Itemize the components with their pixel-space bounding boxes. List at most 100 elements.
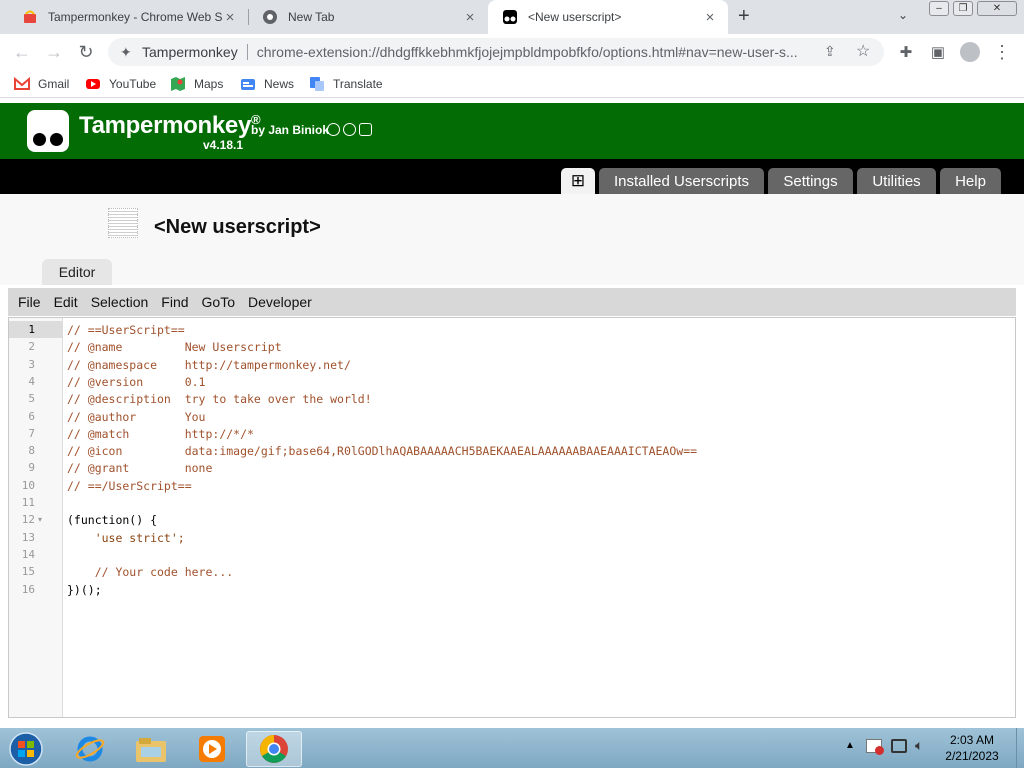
- code-line[interactable]: // @name New Userscript: [67, 340, 282, 354]
- line-number: 5: [28, 392, 35, 406]
- tab-new-tab[interactable]: New Tab ×: [248, 0, 488, 34]
- menu-goto[interactable]: GoTo: [202, 294, 235, 310]
- line-number: 1: [28, 323, 35, 336]
- close-icon[interactable]: ×: [702, 9, 718, 26]
- internet-explorer-icon[interactable]: [62, 731, 118, 767]
- line-number: 2: [28, 340, 35, 354]
- line-number: 4: [28, 374, 35, 388]
- show-desktop-button[interactable]: [1016, 728, 1024, 768]
- code-line[interactable]: // ==/UserScript==: [67, 479, 192, 493]
- menu-find[interactable]: Find: [161, 294, 188, 310]
- tab-new-userscript[interactable]: <New userscript> ×: [488, 0, 728, 34]
- new-tab-button[interactable]: +: [738, 5, 750, 28]
- close-window-button[interactable]: ✕: [977, 1, 1017, 16]
- bookmark-maps[interactable]: Maps: [170, 70, 223, 98]
- clock-time: 2:03 AM: [949, 733, 995, 747]
- puzzle-icon: ✦: [120, 44, 132, 60]
- fold-toggle-icon[interactable]: ▾: [38, 515, 42, 524]
- facebook-icon[interactable]: [343, 123, 356, 136]
- code-line[interactable]: // Your code here...: [67, 565, 233, 579]
- tab-search-icon[interactable]: ⌄: [898, 8, 908, 22]
- share-icon[interactable]: ⇪: [824, 43, 836, 60]
- extensions-icon[interactable]: ✚: [890, 34, 922, 70]
- brand-title: Tampermonkey®: [79, 112, 261, 140]
- code-line[interactable]: 'use strict';: [67, 531, 185, 545]
- code-line[interactable]: // @match http://*/*: [67, 427, 254, 441]
- bookmark-gmail[interactable]: Gmail: [14, 70, 69, 98]
- line-number: 15: [21, 565, 35, 579]
- tab-title: <New userscript>: [528, 10, 622, 24]
- translate-icon: [309, 76, 325, 92]
- back-icon[interactable]: ←: [6, 34, 38, 70]
- bookmark-translate[interactable]: Translate: [309, 70, 383, 98]
- line-number: 8: [28, 444, 35, 458]
- url-text: chrome-extension://dhdgffkkebhmkfjojejmp…: [256, 44, 798, 60]
- reload-icon[interactable]: ↻: [70, 34, 102, 70]
- bookmark-label: Gmail: [38, 77, 70, 91]
- bookmark-label: Maps: [194, 77, 224, 91]
- line-number: 7: [28, 426, 35, 440]
- script-header: <New userscript> Editor: [0, 194, 1024, 285]
- start-orb-icon[interactable]: [0, 731, 52, 767]
- editor-menubar: File Edit Selection Find GoTo Developer: [8, 288, 1016, 316]
- menu-file[interactable]: File: [18, 294, 41, 310]
- code-line[interactable]: // @version 0.1: [67, 375, 205, 389]
- tab-utilities[interactable]: Utilities: [857, 168, 936, 194]
- minimize-button[interactable]: –: [929, 1, 949, 16]
- code-line[interactable]: // @grant none: [67, 461, 212, 475]
- chrome-taskbar-icon[interactable]: [246, 731, 302, 767]
- bookmark-label: Translate: [333, 77, 383, 91]
- address-bar[interactable]: ✦ Tampermonkey chrome-extension://dhdgff…: [108, 38, 884, 66]
- tab-settings[interactable]: Settings: [768, 168, 853, 194]
- close-icon[interactable]: ×: [222, 9, 238, 26]
- network-icon[interactable]: [891, 739, 907, 753]
- code-line[interactable]: // @description try to take over the wor…: [67, 392, 372, 406]
- author-credit[interactable]: by Jan Biniok: [251, 123, 329, 137]
- instagram-icon[interactable]: [359, 123, 372, 136]
- bookmark-news[interactable]: News: [240, 70, 294, 98]
- line-gutter: 1 2 3 4 5 6 7 8 9 10 11 12 ▾ 13 14 15 16: [9, 318, 63, 717]
- bookmark-label: YouTube: [109, 77, 157, 91]
- forward-icon[interactable]: →: [38, 34, 70, 70]
- line-number: 14: [21, 547, 35, 561]
- tab-title: Tampermonkey - Chrome Web St: [48, 10, 222, 24]
- menu-selection[interactable]: Selection: [91, 294, 149, 310]
- code-line[interactable]: // @icon data:image/gif;base64,R0lGODlhA…: [67, 444, 697, 458]
- youtube-icon: [85, 76, 101, 92]
- tab-help[interactable]: Help: [940, 168, 1001, 194]
- media-player-icon[interactable]: [184, 731, 240, 767]
- maximize-button[interactable]: ❐: [953, 1, 973, 16]
- bookmarks-bar: Gmail YouTube Maps News Translate: [0, 70, 1024, 98]
- brand-name: Tampermonkey: [79, 112, 252, 139]
- chrome-web-store-icon: [22, 9, 38, 25]
- version-label: v4.18.1: [203, 138, 244, 152]
- code-line[interactable]: // @namespace http://tampermonkey.net/: [67, 358, 351, 372]
- tab-editor[interactable]: Editor: [42, 259, 112, 285]
- menu-icon[interactable]: ⋮: [986, 34, 1018, 70]
- system-clock[interactable]: 2:03 AM 2/21/2023: [930, 732, 1014, 764]
- tab-installed-userscripts[interactable]: Installed Userscripts: [599, 168, 764, 194]
- show-hidden-icons[interactable]: ▲: [845, 740, 855, 751]
- tab-title: New Tab: [288, 10, 335, 24]
- maps-icon: [170, 76, 186, 92]
- tab-strip: Tampermonkey - Chrome Web St × New Tab ×…: [0, 0, 1024, 34]
- volume-muted-icon[interactable]: 🔈︎: [915, 737, 923, 754]
- profile-icon[interactable]: [954, 34, 986, 70]
- menu-edit[interactable]: Edit: [54, 294, 78, 310]
- file-explorer-icon[interactable]: [123, 731, 179, 767]
- close-icon[interactable]: ×: [462, 9, 478, 26]
- code-line[interactable]: (function() {: [67, 513, 157, 527]
- code-line[interactable]: // @author You: [67, 410, 205, 424]
- bookmark-youtube[interactable]: YouTube: [85, 70, 156, 98]
- code-editor[interactable]: 1 2 3 4 5 6 7 8 9 10 11 12 ▾ 13 14 15 16 // ==UserScript…: [8, 317, 1016, 718]
- windows-taskbar: ▲ 🔈︎ 2:03 AM 2/21/2023: [0, 728, 1024, 768]
- code-line[interactable]: })();: [67, 583, 102, 597]
- new-script-tab[interactable]: ⊞: [561, 168, 595, 194]
- action-center-icon[interactable]: [866, 739, 884, 755]
- code-line[interactable]: // ==UserScript==: [67, 323, 185, 337]
- bookmark-star-icon[interactable]: ☆: [856, 41, 870, 61]
- side-panel-icon[interactable]: ▣: [922, 34, 954, 70]
- github-icon[interactable]: [327, 123, 340, 136]
- menu-developer[interactable]: Developer: [248, 294, 312, 310]
- tab-chrome-web-store[interactable]: Tampermonkey - Chrome Web St ×: [8, 0, 248, 34]
